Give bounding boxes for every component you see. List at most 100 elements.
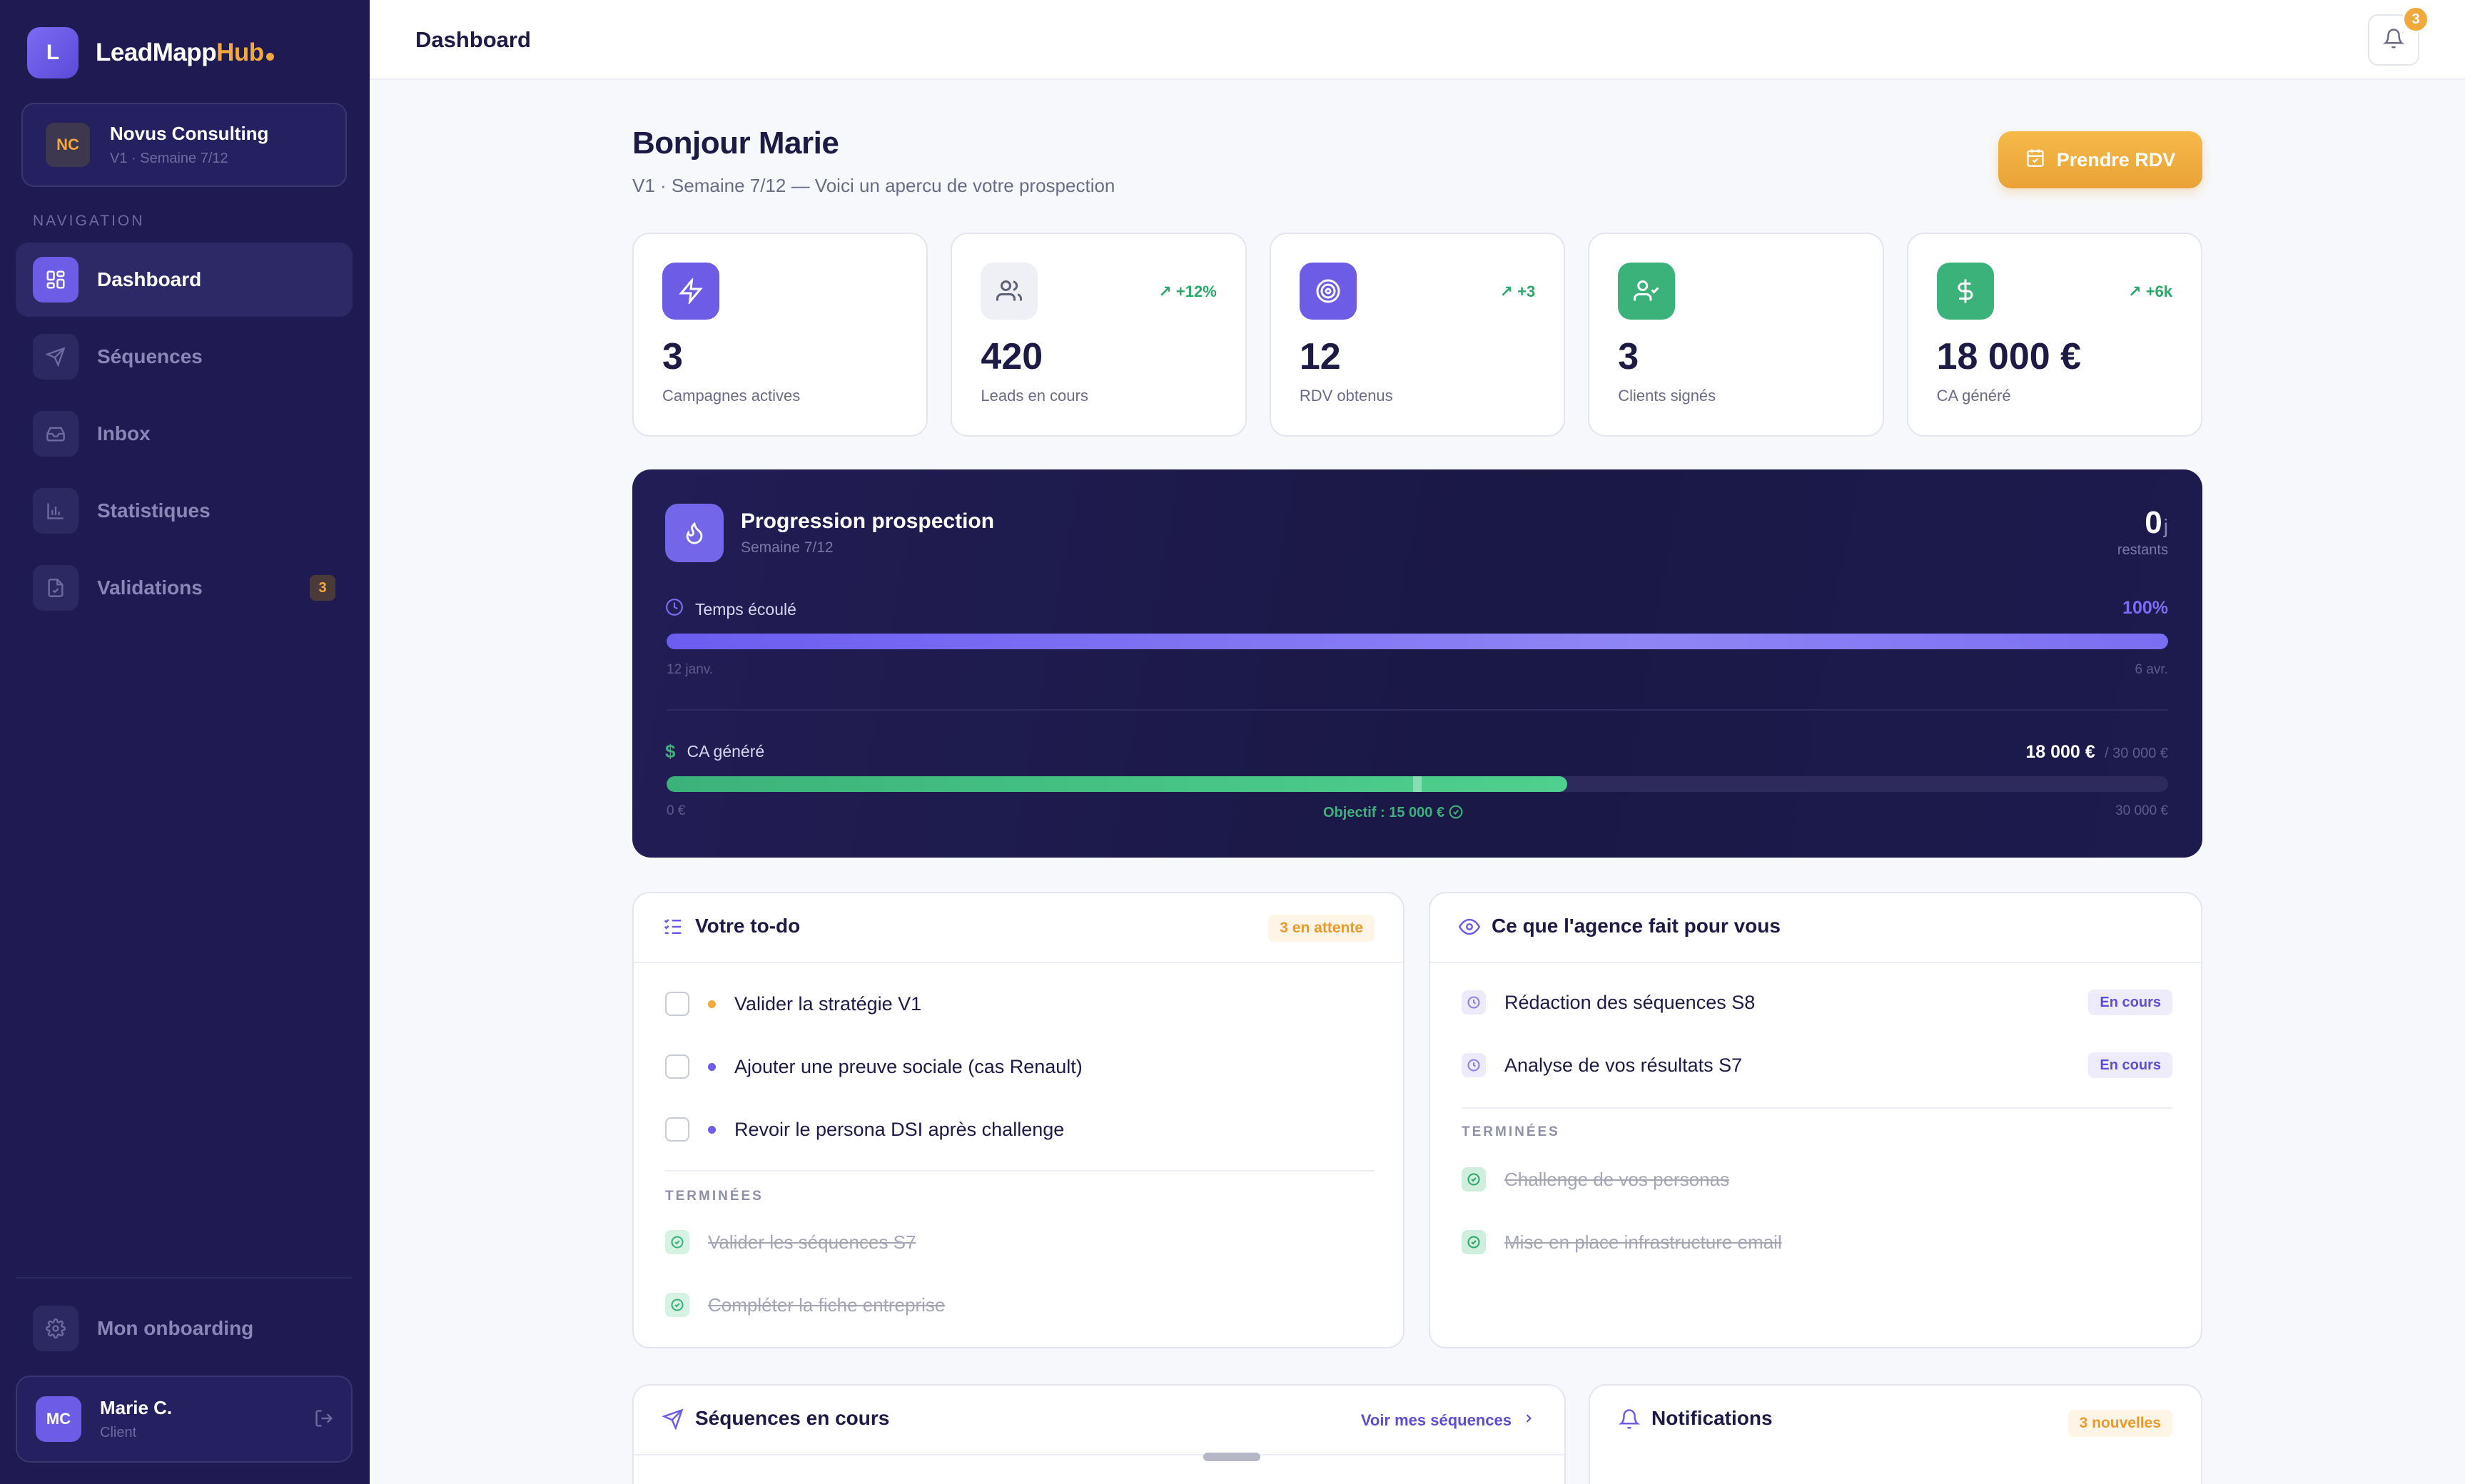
stat-trend-value: +6k xyxy=(2145,283,2173,300)
user-profile-card[interactable]: MC Marie C. Client xyxy=(16,1376,353,1463)
todo-card: Votre to-do 3 en attente Valider la stra… xyxy=(632,892,1404,1348)
org-name: Novus Consulting xyxy=(110,123,269,144)
todo-text: Ajouter une preuve sociale (cas Renault) xyxy=(734,1055,1083,1077)
priority-dot xyxy=(708,1125,716,1134)
sidebar-item-onboarding[interactable]: Mon onboarding xyxy=(33,1306,253,1351)
flame-icon xyxy=(665,504,724,562)
org-avatar: NC xyxy=(46,123,90,167)
todo-item[interactable]: Ajouter une preuve sociale (cas Renault) xyxy=(665,1054,1083,1079)
pending-badge: 3 en attente xyxy=(1268,915,1375,942)
sidebar-divider xyxy=(16,1277,353,1279)
view-sequences-text: Voir mes séquences xyxy=(1360,1411,1512,1429)
time-progress-fill xyxy=(667,634,2168,649)
book-meeting-label: Prendre RDV xyxy=(2056,148,2176,171)
send-icon xyxy=(33,334,79,380)
time-progress-bar xyxy=(667,634,2168,649)
user-role: Client xyxy=(100,1425,137,1440)
page-title: Dashboard xyxy=(415,27,531,52)
revenue-label: $ CA généré xyxy=(665,741,764,763)
trend-up-icon: ↗ xyxy=(1499,283,1518,300)
priority-dot xyxy=(708,1062,716,1071)
notification-count-badge: 3 xyxy=(2402,6,2429,33)
chevron-right-icon xyxy=(1522,1411,1536,1430)
stat-label: Campagnes actives xyxy=(662,387,801,405)
user-check-icon xyxy=(1618,263,1676,320)
user-name: Marie C. xyxy=(100,1397,173,1418)
checklist-icon xyxy=(662,916,684,941)
stat-card-revenue[interactable]: ↗ +6k 18 000 € CA généré xyxy=(1906,233,2203,437)
logo-dot xyxy=(265,53,274,61)
notifications-title: Notifications xyxy=(1651,1407,1773,1429)
grid-icon xyxy=(33,257,79,303)
done-item: Challenge de vos personas xyxy=(1462,1167,1729,1191)
sidebar-item-label: Validations xyxy=(97,576,203,599)
clock-icon xyxy=(1462,990,1486,1015)
done-text: Compléter la fiche entreprise xyxy=(708,1294,946,1316)
scroll-handle[interactable] xyxy=(1203,1453,1260,1461)
done-item: Compléter la fiche entreprise xyxy=(665,1293,945,1317)
sidebar-item-statistics[interactable]: Statistiques xyxy=(16,474,353,548)
time-elapsed-text: Temps écoulé xyxy=(695,599,796,619)
greeting-title: Bonjour Marie xyxy=(632,126,839,161)
days-remaining-unit: j xyxy=(2163,515,2168,537)
organization-switcher[interactable]: NC Novus Consulting V1 · Semaine 7/12 xyxy=(21,103,347,187)
agency-task: Analyse de vos résultats S7 En cours xyxy=(1462,1052,2172,1078)
dollar-icon: $ xyxy=(665,741,676,762)
notifications-card: Notifications 3 nouvelles xyxy=(1589,1384,2202,1484)
stat-value: 3 xyxy=(1618,336,1639,377)
todo-checkbox[interactable] xyxy=(665,1117,689,1142)
avatar: MC xyxy=(36,1396,81,1442)
stat-label: Leads en cours xyxy=(981,387,1088,405)
todo-item[interactable]: Revoir le persona DSI après challenge xyxy=(665,1117,1064,1142)
onboarding-label: Mon onboarding xyxy=(97,1317,254,1339)
sidebar-item-sequences[interactable]: Séquences xyxy=(16,320,353,394)
revenue-current: 18 000 € xyxy=(2025,742,2095,762)
sidebar-item-dashboard[interactable]: Dashboard xyxy=(16,243,353,317)
agency-card-header: Ce que l'agence fait pour vous xyxy=(1430,893,2201,963)
revenue-max: 30 000 € xyxy=(2115,803,2168,818)
check-icon xyxy=(1462,1167,1486,1191)
notifications-button[interactable]: 3 xyxy=(2368,6,2429,66)
todo-checkbox[interactable] xyxy=(665,1054,689,1079)
todo-item[interactable]: Valider la stratégie V1 xyxy=(665,992,921,1016)
stat-value: 12 xyxy=(1299,336,1341,377)
revenue-value: 18 000 € / 30 000 € xyxy=(2025,742,2168,763)
sidebar-item-label: Séquences xyxy=(97,345,203,367)
todo-title: Votre to-do xyxy=(695,915,801,937)
app-name: LeadMappHub xyxy=(96,39,274,67)
progress-title: Progression prospection xyxy=(741,509,995,533)
view-sequences-link[interactable]: Voir mes séquences xyxy=(1361,1411,1536,1430)
bell-icon xyxy=(2382,28,2405,53)
trend-up-icon: ↗ xyxy=(1158,283,1176,300)
stat-card-meetings[interactable]: ↗ +3 12 RDV obtenus xyxy=(1269,233,1566,437)
validations-badge: 3 xyxy=(310,575,335,601)
revenue-min: 0 € xyxy=(667,803,686,818)
check-icon xyxy=(1462,1230,1486,1254)
stat-card-campaigns[interactable]: 3 Campagnes actives xyxy=(632,233,928,437)
bar-chart-icon xyxy=(33,488,79,534)
stat-card-clients[interactable]: 3 Clients signés xyxy=(1588,233,1884,437)
calendar-icon xyxy=(2025,148,2045,173)
stat-value: 18 000 € xyxy=(1936,336,2082,377)
done-text: Challenge de vos personas xyxy=(1504,1168,1730,1190)
greeting-subtitle: V1 · Semaine 7/12 — Voici un apercu de v… xyxy=(632,175,1115,196)
sidebar-item-label: Dashboard xyxy=(97,268,202,290)
agency-task-text: Rédaction des séquences S8 xyxy=(1504,991,1756,1013)
nav-section-title: NAVIGATION xyxy=(33,213,145,229)
done-text: Mise en place infrastructure email xyxy=(1504,1231,1782,1253)
days-remaining: 0j restants xyxy=(2117,505,2168,559)
status-badge: En cours xyxy=(2088,990,2172,1015)
objective-text: Objectif : 15 000 € xyxy=(1323,805,1445,820)
agency-title: Ce que l'agence fait pour vous xyxy=(1492,915,1781,937)
sidebar-item-label: Inbox xyxy=(97,422,151,444)
app-logo[interactable]: L LeadMappHub xyxy=(27,27,274,78)
stat-card-leads[interactable]: ↗ +12% 420 Leads en cours xyxy=(951,233,1247,437)
bell-icon xyxy=(1618,1408,1641,1433)
sidebar-item-inbox[interactable]: Inbox xyxy=(16,397,353,471)
todo-checkbox[interactable] xyxy=(665,992,689,1016)
book-meeting-button[interactable]: Prendre RDV xyxy=(1998,131,2202,188)
stat-label: Clients signés xyxy=(1618,387,1716,405)
clock-icon xyxy=(1462,1053,1486,1077)
sidebar-item-validations[interactable]: Validations 3 xyxy=(16,551,353,625)
logout-icon[interactable] xyxy=(314,1408,334,1432)
